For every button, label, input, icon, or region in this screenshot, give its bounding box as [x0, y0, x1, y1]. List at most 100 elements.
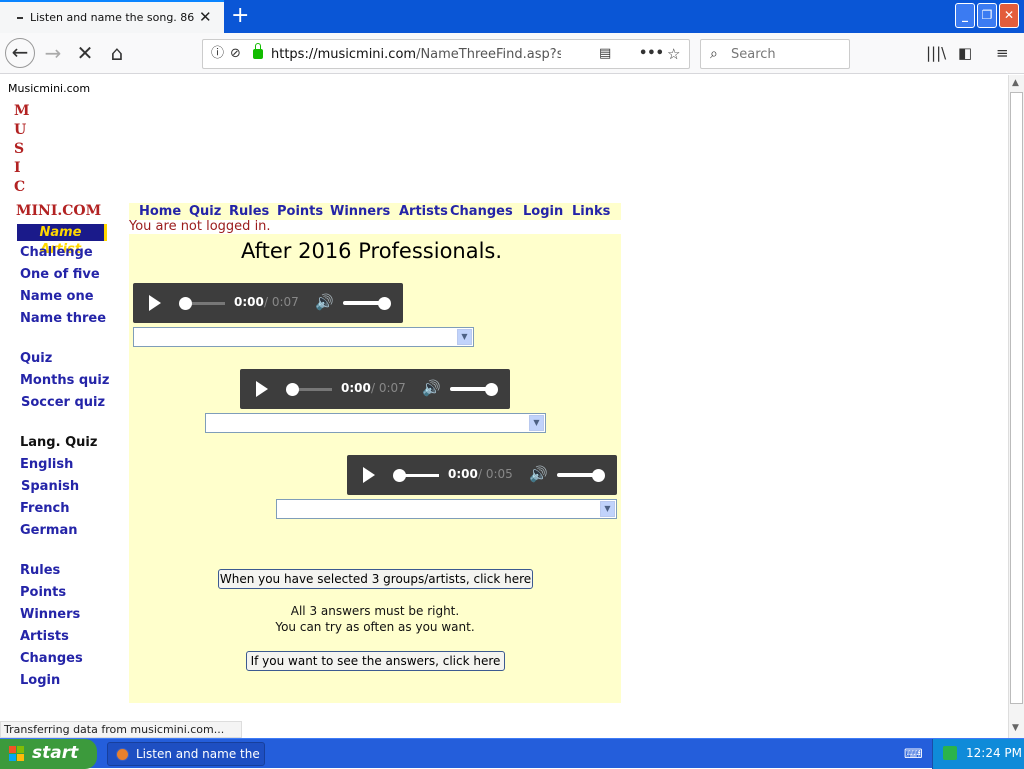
permissions-icon[interactable]: ⊘: [230, 46, 241, 62]
sidebar-heading: Lang. Quiz: [20, 435, 98, 450]
seek-handle[interactable]: [179, 297, 192, 310]
sidebar-link[interactable]: Quiz: [20, 351, 52, 366]
maximize-button[interactable]: ❐: [977, 3, 997, 28]
forward-arrow-icon[interactable]: →: [38, 38, 68, 68]
chevron-down-icon[interactable]: ▼: [600, 501, 615, 517]
sidebar-link[interactable]: Rules: [20, 563, 60, 578]
browser-tab[interactable]: Listen and name the song. 86.000 ✕: [0, 0, 224, 34]
seek-handle[interactable]: [393, 469, 406, 482]
back-arrow-icon[interactable]: ←: [5, 38, 35, 68]
total-time: / 0:07: [371, 381, 406, 395]
sidebar-link[interactable]: Spanish: [21, 479, 79, 494]
sidebar-link[interactable]: One of five: [20, 267, 100, 282]
current-time: 0:00: [234, 295, 264, 309]
vertical-scrollbar[interactable]: ▲ ▼: [1008, 75, 1024, 738]
taskbar: start Listen and name the ... ⌨ 12:24 PM: [0, 738, 1024, 769]
volume-handle[interactable]: [592, 469, 605, 482]
start-label: start: [32, 743, 79, 763]
windows-logo-icon: [9, 746, 25, 762]
scroll-down-icon[interactable]: ▼: [1012, 723, 1019, 733]
answer-select[interactable]: ▼: [205, 413, 546, 433]
play-icon[interactable]: [363, 467, 375, 483]
close-window-button[interactable]: ✕: [999, 3, 1019, 28]
sidebar-link[interactable]: Name one: [20, 289, 94, 304]
sidebar-link[interactable]: Artists: [20, 629, 69, 644]
nav-link-winners[interactable]: Winners: [330, 204, 390, 219]
scroll-up-icon[interactable]: ▲: [1012, 78, 1019, 88]
play-icon[interactable]: [256, 381, 268, 397]
start-button[interactable]: start: [0, 739, 97, 769]
url-text[interactable]: https://musicmini.com/NameThreeFind.asp?…: [271, 47, 561, 62]
page-actions-icon[interactable]: •••: [639, 46, 664, 62]
chevron-down-icon[interactable]: ▼: [529, 415, 544, 431]
search-placeholder: Search: [731, 47, 776, 62]
sidebar-link[interactable]: English: [20, 457, 73, 472]
nav-link-rules[interactable]: Rules: [229, 204, 269, 219]
keyboard-icon[interactable]: ⌨: [904, 747, 923, 762]
logo-letter: S: [14, 141, 25, 157]
network-icon[interactable]: [943, 746, 957, 760]
sidebar-link[interactable]: Winners: [20, 607, 80, 622]
info-icon[interactable]: ⓘ: [211, 46, 224, 62]
sidebar-link[interactable]: Login: [20, 673, 60, 688]
nav-bar: ← → ✕ ⌂ ⓘ ⊘ https://musicmini.com/NameTh…: [0, 33, 1024, 74]
volume-icon[interactable]: 🔊: [529, 465, 548, 483]
bookmark-star-icon[interactable]: ☆: [667, 46, 680, 62]
submit-answers-button[interactable]: When you have selected 3 groups/artists,…: [218, 569, 533, 589]
lock-icon: [253, 43, 263, 59]
sidebar-link[interactable]: French: [20, 501, 70, 516]
sidebar-link[interactable]: Changes: [20, 651, 83, 666]
nav-link-home[interactable]: Home: [139, 204, 181, 219]
home-icon[interactable]: ⌂: [102, 38, 132, 68]
volume-handle[interactable]: [378, 297, 391, 310]
sidebar-link[interactable]: Months quiz: [20, 373, 109, 388]
seek-handle[interactable]: [286, 383, 299, 396]
taskbar-item[interactable]: Listen and name the ...: [107, 742, 265, 766]
sidebar-toggle-icon[interactable]: ◧: [958, 43, 972, 63]
sidebar-link[interactable]: Soccer quiz: [21, 395, 105, 410]
scroll-thumb[interactable]: [1010, 92, 1023, 704]
play-icon[interactable]: [149, 295, 161, 311]
show-answers-button[interactable]: If you want to see the answers, click he…: [246, 651, 505, 671]
answer-select[interactable]: ▼: [276, 499, 617, 519]
answer-select[interactable]: ▼: [133, 327, 474, 347]
firefox-icon: [116, 748, 129, 761]
system-tray: 12:24 PM: [932, 739, 1024, 769]
nav-link-changes[interactable]: Changes: [450, 204, 513, 219]
total-time: / 0:07: [264, 295, 299, 309]
audio-player: 0:00 / 0:07 🔊: [240, 369, 510, 409]
tab-title: Listen and name the song. 86.000: [30, 11, 194, 24]
url-bar[interactable]: ⓘ ⊘ https://musicmini.com/NameThreeFind.…: [202, 39, 690, 69]
name-artist-badge[interactable]: Name Artist: [17, 224, 107, 257]
rules-note-1: All 3 answers must be right.: [290, 604, 460, 618]
logo-letter: C: [14, 179, 26, 195]
minimize-button[interactable]: _: [955, 3, 975, 28]
menu-icon[interactable]: ≡: [996, 43, 1009, 63]
main-content: Home Quiz Rules Points Winners Artists C…: [129, 203, 621, 703]
clock: 12:24 PM: [966, 746, 1022, 760]
volume-handle[interactable]: [485, 383, 498, 396]
sidebar-link[interactable]: Challenge: [20, 245, 93, 260]
music-vertical-logo: M U S I C: [14, 102, 30, 197]
nav-link-quiz[interactable]: Quiz: [189, 204, 221, 219]
site-logo: MINI.COM: [16, 203, 102, 219]
audio-player: 0:00 / 0:05 🔊: [347, 455, 617, 495]
reader-view-icon[interactable]: ▤: [599, 46, 611, 62]
chevron-down-icon[interactable]: ▼: [457, 329, 472, 345]
nav-link-login[interactable]: Login: [523, 204, 563, 219]
volume-icon[interactable]: 🔊: [422, 379, 441, 397]
nav-link-artists[interactable]: Artists: [399, 204, 448, 219]
stop-icon[interactable]: ✕: [70, 38, 100, 68]
new-tab-icon[interactable]: +: [231, 3, 249, 29]
nav-link-links[interactable]: Links: [572, 204, 610, 219]
logo-letter: U: [14, 122, 27, 138]
sidebar-link[interactable]: Name three: [20, 311, 106, 326]
nav-link-points[interactable]: Points: [277, 204, 323, 219]
tab-close-icon[interactable]: ✕: [199, 9, 212, 25]
sidebar-link[interactable]: Points: [20, 585, 66, 600]
volume-icon[interactable]: 🔊: [315, 293, 334, 311]
sidebar-link[interactable]: German: [20, 523, 77, 538]
library-icon[interactable]: |||\: [926, 43, 946, 63]
search-input[interactable]: ⌕ Search: [700, 39, 850, 69]
taskbar-item-label: Listen and name the ...: [136, 747, 265, 761]
